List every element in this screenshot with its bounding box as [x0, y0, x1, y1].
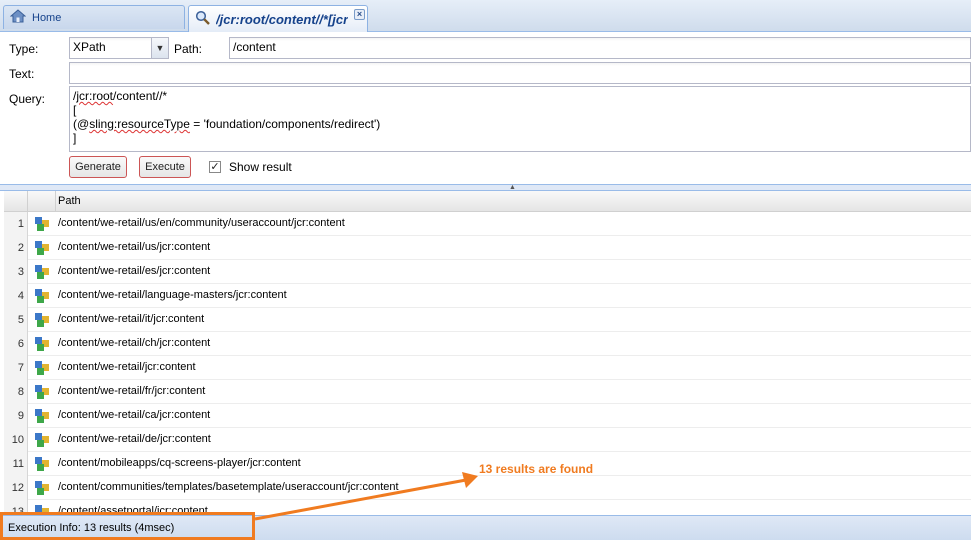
row-path: /content/we-retail/ca/jcr:content — [58, 409, 211, 421]
close-tab-icon[interactable]: × — [354, 9, 365, 20]
node-icon — [35, 385, 49, 399]
path-label: Path: — [174, 42, 203, 56]
tab-query[interactable]: /jcr:root/content//*[jcr × — [188, 5, 368, 32]
row-path: /content/we-retail/it/jcr:content — [58, 313, 205, 325]
table-row[interactable]: 2/content/we-retail/us/jcr:content — [4, 236, 971, 260]
row-path: /content/mobileapps/cq-screens-player/jc… — [58, 457, 301, 469]
node-icon — [35, 337, 49, 351]
node-icon — [35, 481, 49, 495]
home-icon — [9, 9, 27, 26]
node-icon — [35, 433, 49, 447]
type-select-value: XPath — [73, 40, 106, 54]
row-path: /content/communities/templates/basetempl… — [58, 481, 399, 493]
node-icon — [35, 409, 49, 423]
tab-bar: Home /jcr:root/content//*[jcr × — [0, 0, 971, 32]
table-row[interactable]: 5/content/we-retail/it/jcr:content — [4, 308, 971, 332]
query-line-4: ] — [73, 131, 77, 145]
table-row[interactable]: 1/content/we-retail/us/en/community/user… — [4, 212, 971, 236]
text-label: Text: — [9, 67, 35, 81]
row-number: 5 — [4, 308, 28, 332]
row-path: /content/we-retail/de/jcr:content — [58, 433, 211, 445]
row-number-column-header — [4, 191, 28, 212]
node-icon — [35, 457, 49, 471]
tab-home-label: Home — [32, 11, 62, 24]
row-number: 7 — [4, 356, 28, 380]
tab-home[interactable]: Home — [3, 5, 185, 29]
row-path: /content/we-retail/ch/jcr:content — [58, 337, 211, 349]
table-row[interactable]: 12/content/communities/templates/basetem… — [4, 476, 971, 500]
type-select[interactable]: XPath ▼ — [69, 37, 169, 59]
path-input-value: /content — [233, 40, 276, 54]
row-number: 6 — [4, 332, 28, 356]
query-line-3: (@sling:resourceType = 'foundation/compo… — [73, 117, 381, 131]
row-number: 8 — [4, 380, 28, 404]
chevron-down-icon[interactable]: ▼ — [151, 38, 168, 58]
tab-query-label: /jcr:root/content//*[jcr — [216, 11, 348, 27]
row-number: 9 — [4, 404, 28, 428]
search-icon — [195, 10, 210, 28]
row-path: /content/we-retail/language-masters/jcr:… — [58, 289, 287, 301]
table-row[interactable]: 3/content/we-retail/es/jcr:content — [4, 260, 971, 284]
row-number: 11 — [4, 452, 28, 476]
row-number: 12 — [4, 476, 28, 500]
table-row[interactable]: 9/content/we-retail/ca/jcr:content — [4, 404, 971, 428]
query-line-1: /jcr:root/content//* — [73, 89, 168, 103]
row-path: /content/we-retail/us/jcr:content — [58, 241, 211, 253]
query-label: Query: — [9, 92, 46, 106]
query-line-2: [ — [73, 103, 77, 117]
annotation-note: 13 results are found — [479, 462, 594, 476]
query-form: Type: XPath ▼ Path: /content Text: Query… — [0, 32, 971, 185]
type-label: Type: — [9, 42, 39, 56]
table-row[interactable]: 6/content/we-retail/ch/jcr:content — [4, 332, 971, 356]
row-path: /content/we-retail/jcr:content — [58, 361, 196, 373]
generate-button[interactable]: Generate — [69, 156, 127, 178]
table-row[interactable]: 4/content/we-retail/language-masters/jcr… — [4, 284, 971, 308]
row-number: 10 — [4, 428, 28, 452]
table-row[interactable]: 10/content/we-retail/de/jcr:content — [4, 428, 971, 452]
table-row[interactable]: 8/content/we-retail/fr/jcr:content — [4, 380, 971, 404]
table-row[interactable]: 7/content/we-retail/jcr:content — [4, 356, 971, 380]
query-textarea[interactable]: /jcr:root/content//*[(@sling:resourceTyp… — [69, 86, 971, 152]
row-number: 3 — [4, 260, 28, 284]
node-icon — [35, 313, 49, 327]
row-path: /content/we-retail/fr/jcr:content — [58, 385, 206, 397]
node-icon — [35, 217, 49, 231]
row-path: /content/we-retail/us/en/community/usera… — [58, 217, 345, 229]
node-icon — [35, 361, 49, 375]
results-grid-header: Path — [4, 191, 971, 212]
row-number: 1 — [4, 212, 28, 236]
node-icon — [35, 241, 49, 255]
show-result-checkbox[interactable]: ✓ — [209, 161, 221, 173]
row-path: /content/we-retail/es/jcr:content — [58, 265, 211, 277]
icon-column-header — [28, 191, 56, 212]
execute-button[interactable]: Execute — [139, 156, 191, 178]
row-number: 4 — [4, 284, 28, 308]
path-input[interactable]: /content — [229, 37, 971, 59]
show-result-label: Show result — [229, 160, 292, 174]
row-number: 2 — [4, 236, 28, 260]
text-input[interactable] — [69, 62, 971, 84]
path-column-header[interactable]: Path — [58, 195, 81, 207]
highlight-box — [0, 512, 255, 540]
node-icon — [35, 289, 49, 303]
node-icon — [35, 265, 49, 279]
